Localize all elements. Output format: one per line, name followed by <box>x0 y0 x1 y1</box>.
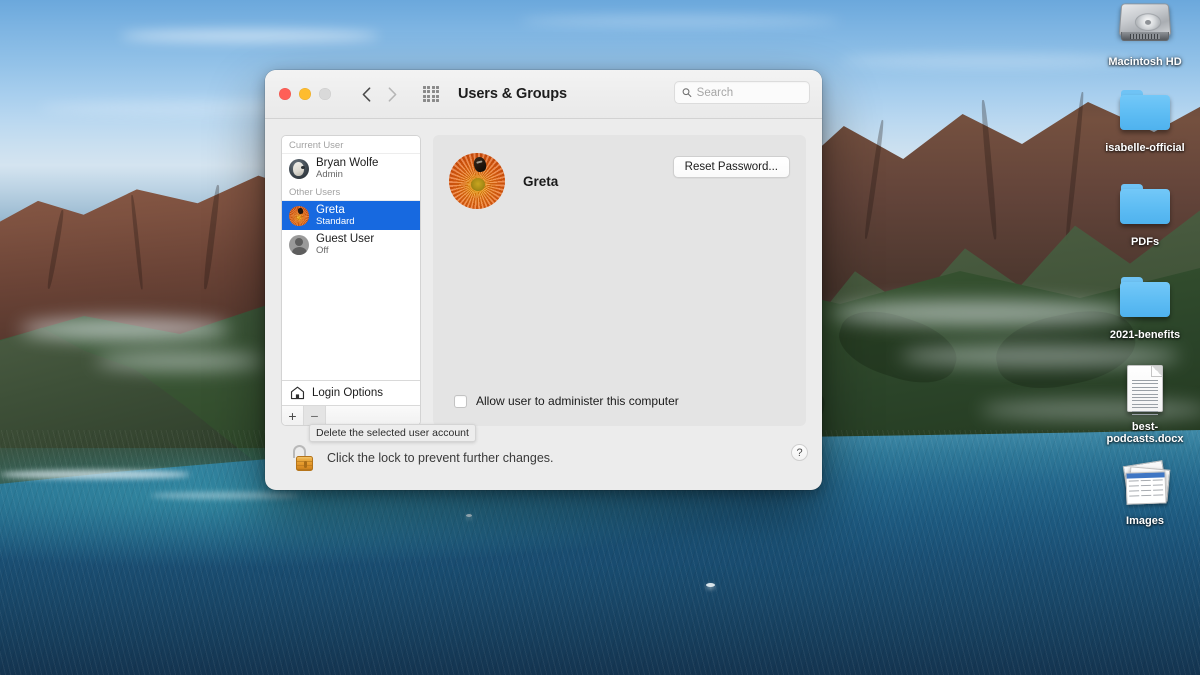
image-stack-icon <box>1114 455 1176 511</box>
fog-bank <box>20 318 230 340</box>
user-list[interactable]: Current User Bryan Wolfe Admin Other Use… <box>282 136 420 380</box>
folder-icon <box>1114 176 1176 232</box>
avatar-bryan-wolfe <box>289 158 309 179</box>
delete-user-button[interactable]: − <box>304 406 326 425</box>
window-footer: Click the lock to prevent further change… <box>265 424 822 490</box>
lock-icon-unlocked[interactable] <box>292 445 314 471</box>
account-detail-pane: Greta Reset Password... Allow user to ad… <box>433 135 806 426</box>
allow-admin-checkbox[interactable] <box>454 394 467 408</box>
boat <box>466 514 472 517</box>
hard-drive-icon <box>1114 0 1176 52</box>
user-name: Greta <box>316 204 345 217</box>
user-row-guest-user[interactable]: Guest User Off <box>282 230 420 259</box>
user-row-greta[interactable]: Greta Standard <box>282 201 420 230</box>
user-list-sidebar[interactable]: Current User Bryan Wolfe Admin Other Use… <box>281 135 421 426</box>
navigation-buttons <box>356 83 402 105</box>
reset-password-button[interactable]: Reset Password... <box>672 156 790 178</box>
user-name: Bryan Wolfe <box>316 157 379 170</box>
desktop-icon-label: 2021-benefits <box>1109 329 1181 341</box>
account-avatar-greta[interactable] <box>449 153 505 209</box>
document-icon <box>1114 361 1176 417</box>
surf-line <box>0 470 190 479</box>
search-field[interactable] <box>674 81 810 104</box>
desktop-icon-macintosh-hd[interactable]: Macintosh HD <box>1092 0 1198 68</box>
avatar-greta <box>289 205 309 226</box>
user-role: Off <box>316 244 329 256</box>
user-row-bryan-wolfe[interactable]: Bryan Wolfe Admin <box>282 154 420 183</box>
delete-user-tooltip: Delete the selected user account <box>309 424 476 442</box>
avatar-guest-user <box>289 234 309 255</box>
help-button[interactable]: ? <box>791 444 808 461</box>
back-icon[interactable] <box>356 83 376 105</box>
user-role: Admin <box>316 168 343 180</box>
users-and-groups-window[interactable]: Users & Groups Current User Bryan Wolfe … <box>265 70 822 490</box>
group-header-other-users: Other Users <box>282 183 420 201</box>
minimize-button-icon[interactable] <box>299 88 311 100</box>
allow-admin-row[interactable]: Allow user to administer this computer <box>454 394 679 408</box>
traffic-lights <box>279 88 331 100</box>
group-header-current-user: Current User <box>282 136 420 154</box>
surf-line <box>150 492 300 499</box>
toolbar-filler <box>326 406 420 425</box>
folder-icon <box>1114 82 1176 138</box>
desktop-icon-2021-benefits[interactable]: 2021-benefits <box>1092 269 1198 341</box>
forward-icon <box>382 83 402 105</box>
allow-admin-label: Allow user to administer this computer <box>476 394 679 408</box>
page-title: Users & Groups <box>458 86 567 102</box>
account-name: Greta <box>523 173 559 189</box>
desktop-icon-pdfs[interactable]: PDFs <box>1092 176 1198 248</box>
lock-status-text: Click the lock to prevent further change… <box>327 451 554 465</box>
cloud-wisp <box>120 30 380 42</box>
folder-icon <box>1114 269 1176 325</box>
search-input[interactable] <box>696 86 802 99</box>
login-options-label: Login Options <box>312 387 383 399</box>
search-icon <box>682 88 692 98</box>
login-options-row[interactable]: Login Options <box>282 380 420 405</box>
show-all-grid-icon[interactable] <box>422 85 440 103</box>
fog-bank <box>830 300 1130 326</box>
desktop-icon-best-podcasts-docx[interactable]: best- podcasts.docx <box>1092 361 1198 445</box>
user-name: Guest User <box>316 233 375 246</box>
desktop-icon-isabelle-official[interactable]: isabelle-official <box>1092 82 1198 154</box>
desktop-icon-label: PDFs <box>1130 236 1160 248</box>
desktop-icon-label: best- podcasts.docx <box>1106 421 1184 445</box>
desktop-icon-images[interactable]: Images <box>1092 455 1198 527</box>
user-role: Standard <box>316 215 355 227</box>
zoom-button-icon <box>319 88 331 100</box>
fog-bank <box>95 352 265 370</box>
desktop-icon-label: Images <box>1126 515 1164 527</box>
add-user-button[interactable]: + <box>282 406 304 425</box>
home-icon <box>290 386 305 400</box>
cloud-wisp <box>520 16 840 26</box>
window-titlebar[interactable]: Users & Groups <box>265 70 822 119</box>
desktop-icon-label: Macintosh HD <box>1108 56 1182 68</box>
boat <box>706 583 715 587</box>
close-button-icon[interactable] <box>279 88 291 100</box>
add-remove-user-toolbar[interactable]: + − <box>282 405 420 425</box>
desktop-icon-label: isabelle-official <box>1105 142 1185 154</box>
window-body: Current User Bryan Wolfe Admin Other Use… <box>265 119 822 426</box>
